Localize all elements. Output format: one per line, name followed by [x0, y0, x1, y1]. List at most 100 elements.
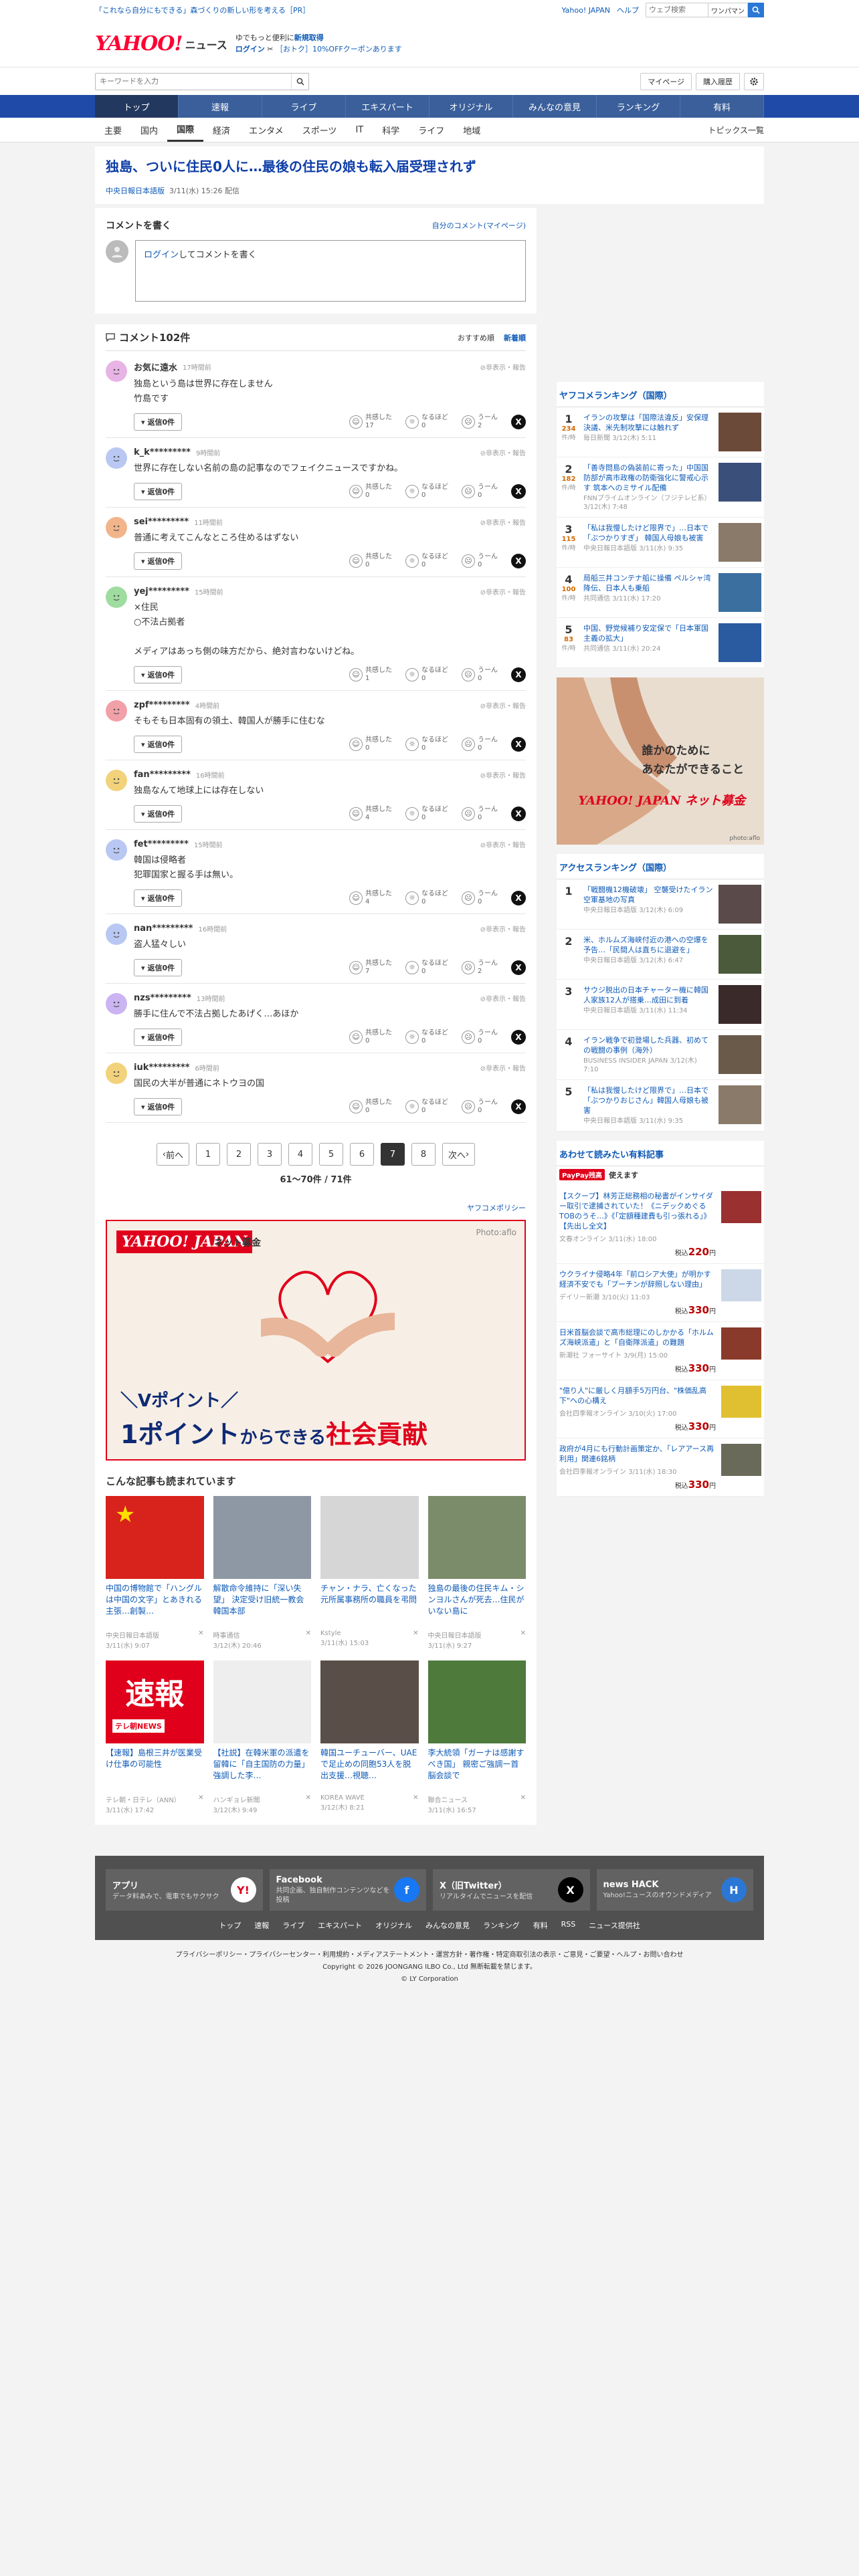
close-icon[interactable]: ✕: [520, 1794, 526, 1814]
access-thumbnail[interactable]: [719, 1085, 761, 1124]
reaction-naruhodo-button[interactable]: ☼ なるほど 0: [405, 553, 448, 569]
side-ad[interactable]: 誰かのために あなたができること YAHOO! JAPAN ネット募金 photo…: [557, 677, 764, 845]
coupon-link[interactable]: ［おトク］10%OFFクーポンあります: [276, 45, 402, 53]
close-icon[interactable]: ✕: [413, 1630, 418, 1647]
reaction-empathy-button[interactable]: ☺ 共感した 7: [349, 960, 392, 976]
nav-3[interactable]: エキスパート: [346, 95, 430, 118]
ranking-item[interactable]: 3 115 件/時 「私は我慢したけど限界で」…日本で「ぶつかりすぎ」 韓国人母娘も被…: [557, 518, 764, 568]
recommended-item[interactable]: 李大統領「ガーナは感謝すべき国」 親密ご強調ー首脳会談で 聯合ニュース 3/11(水…: [427, 1660, 527, 1814]
recommended-item[interactable]: ★ 中国の博物館で「ハングルは中国の文字」とあきれる主張…創製… 中央日報日本語版 3…: [106, 1496, 204, 1650]
share-x-button[interactable]: X: [511, 807, 526, 821]
report-button[interactable]: ⊘非表示・報告: [480, 586, 526, 597]
nav-4[interactable]: オリジナル: [430, 95, 513, 118]
reaction-hmm-button[interactable]: ☹ うーん 0: [462, 484, 498, 500]
close-icon[interactable]: ✕: [306, 1794, 311, 1814]
access-title[interactable]: サウジ脱出の日本チャーター機に韓国人家族12人が搭乗…成田に到着: [583, 985, 713, 1005]
page-button-1[interactable]: 1: [196, 1143, 220, 1166]
recommended-item[interactable]: 速報 テレ朝NEWS 【速報】島根三井が医業受け仕事の可能性 テレ朝・日テレ（ANN）…: [106, 1660, 204, 1814]
reaction-naruhodo-button[interactable]: ☼ なるほど 0: [405, 890, 448, 906]
recommended-item[interactable]: 独島の最後の住民キム・シンヨルさんが死去…住民がいない島に 中央日報日本語版 3/1…: [427, 1496, 527, 1650]
rank-title[interactable]: 局船三井コンテナ船に操備 ペルシャ湾降伝、日本人も乗船: [583, 573, 713, 593]
ranking-item[interactable]: 1 234 件/時 イランの攻撃は「国際法違反」安保理決議、米先制攻撃には触れず 毎日新…: [557, 407, 764, 457]
comment-user[interactable]: nzs*********: [134, 993, 191, 1003]
nav-5[interactable]: みんなの意見: [513, 95, 597, 118]
reply-button[interactable]: ▾ 返信0件: [134, 483, 183, 500]
footer-link-7[interactable]: 有料: [533, 1920, 548, 1931]
access-thumbnail[interactable]: [719, 885, 761, 924]
report-button[interactable]: ⊘非表示・報告: [480, 1063, 526, 1073]
share-x-button[interactable]: X: [511, 737, 526, 752]
subnav-0[interactable]: 主要: [95, 118, 131, 142]
reaction-hmm-button[interactable]: ☹ うーん 0: [462, 667, 498, 683]
reaction-empathy-button[interactable]: ☺ 共感した 0: [349, 736, 392, 752]
subnav-3[interactable]: 経済: [203, 118, 240, 142]
access-ranking-item[interactable]: 5 「私は我慢したけど限界で」…日本で「ぶつかりおじさん」韓国人母娘も被害 中央日報…: [557, 1080, 764, 1132]
rank-title[interactable]: 中国、野党候補り安定保で「日本軍国主義の拡大」: [583, 623, 713, 643]
access-ranking-item[interactable]: 4 イラン戦争で初登場した兵器、初めての戦闘の事例（海外） BUSINESS INS…: [557, 1030, 764, 1080]
share-x-button[interactable]: X: [511, 667, 526, 682]
comment-input-box[interactable]: ログインしてコメントを書く: [135, 240, 526, 302]
comment-user[interactable]: k_k*********: [134, 447, 191, 457]
reply-button[interactable]: ▾ 返信0件: [134, 889, 183, 907]
comment-policy-link[interactable]: ヤフコメポリシー: [467, 1204, 526, 1212]
subnav-2[interactable]: 国際: [167, 118, 204, 142]
subnav-7[interactable]: 科学: [373, 118, 409, 142]
web-search-input[interactable]: [646, 3, 708, 17]
reaction-empathy-button[interactable]: ☺ 共感した 0: [349, 484, 392, 500]
article-caption[interactable]: 【社説】在韓米軍の派遣を留韓に「自主国防の力量」強調した李…: [213, 1747, 312, 1793]
reply-button[interactable]: ▾ 返信0件: [134, 1098, 183, 1115]
report-button[interactable]: ⊘非表示・報告: [480, 700, 526, 710]
yahoo-news-logo[interactable]: YAHOO! ニュース: [95, 32, 227, 56]
footer-link-1[interactable]: 速報: [254, 1920, 269, 1931]
article-thumbnail[interactable]: [213, 1660, 311, 1743]
access-thumbnail[interactable]: [719, 935, 761, 974]
access-title[interactable]: 「私は我慢したけど限界で」…日本で「ぶつかりおじさん」韓国人母娘も被害: [583, 1085, 713, 1115]
reaction-empathy-button[interactable]: ☺ 共感した 4: [349, 890, 392, 906]
article-caption[interactable]: 李大統領「ガーナは感謝すべき国」 親密ご強調ー首脳会談で: [428, 1747, 527, 1793]
comment-user[interactable]: fet*********: [134, 839, 189, 849]
ranking-item[interactable]: 2 182 件/時 「善寺問島の偽装前に寄った」中国国防部が高市政権の防衛強化に警戒心…: [557, 457, 764, 518]
close-icon[interactable]: ✕: [198, 1794, 203, 1814]
share-x-button[interactable]: X: [511, 1099, 526, 1114]
paid-item[interactable]: 日米首脳会談で高市総理にのしかかる「ホルムズ海峡派遣」と「自衛隊派遣」の難題 新潮…: [557, 1322, 764, 1380]
comment-user[interactable]: nan*********: [134, 924, 193, 934]
rank-title[interactable]: 「私は我慢したけど限界で」…日本で「ぶつかりすぎ」 韓国人母娘も被害: [583, 523, 713, 543]
reaction-hmm-button[interactable]: ☹ うーん 0: [462, 553, 498, 569]
nav-7[interactable]: 有料: [680, 95, 764, 118]
nav-2[interactable]: ライブ: [262, 95, 346, 118]
subnav-4[interactable]: エンタメ: [240, 118, 293, 142]
access-ranking-item[interactable]: 3 サウジ脱出の日本チャーター機に韓国人家族12人が搭乗…成田に到着 中央日報日本語…: [557, 980, 764, 1030]
reply-button[interactable]: ▾ 返信0件: [134, 805, 183, 823]
news-search-input[interactable]: [96, 74, 291, 90]
reply-button[interactable]: ▾ 返信0件: [134, 413, 183, 431]
share-x-button[interactable]: X: [511, 484, 526, 499]
sort-newest[interactable]: 新着順: [504, 332, 526, 343]
recommended-item[interactable]: チャン・ナラ、亡くなった元所属事務所の職員を弔問 Kstyle 3/11(水) 15…: [320, 1496, 419, 1650]
reaction-naruhodo-button[interactable]: ☼ なるほど 0: [405, 667, 448, 683]
reaction-empathy-button[interactable]: ☺ 共感した 17: [349, 414, 392, 430]
article-thumbnail[interactable]: [427, 1496, 526, 1579]
news-search-button[interactable]: [291, 74, 308, 90]
footer-link-5[interactable]: みんなの意見: [425, 1920, 470, 1931]
share-x-button[interactable]: X: [511, 554, 526, 568]
reaction-naruhodo-button[interactable]: ☼ なるほど 0: [405, 806, 448, 822]
report-button[interactable]: ⊘非表示・報告: [480, 447, 526, 457]
close-icon[interactable]: ✕: [413, 1794, 418, 1812]
access-title[interactable]: 米、ホルムズ海峡付近の港への空爆を予告…「民間人は直ちに退避を」: [583, 935, 713, 955]
article-caption[interactable]: 独島の最後の住民キム・シンヨルさんが死去…住民がいない島に: [428, 1583, 527, 1628]
article-thumbnail[interactable]: ★: [106, 1496, 204, 1579]
comment-user[interactable]: sei*********: [134, 517, 189, 527]
rank-thumbnail[interactable]: [719, 463, 761, 502]
reaction-hmm-button[interactable]: ☹ うーん 2: [462, 414, 498, 430]
article-thumbnail[interactable]: 速報 テレ朝NEWS: [106, 1660, 204, 1743]
reaction-naruhodo-button[interactable]: ☼ なるほど 0: [405, 736, 448, 752]
reaction-empathy-button[interactable]: ☺ 共感した 4: [349, 806, 392, 822]
paid-title[interactable]: "億り人"に厳しく月額手5万円台、"株価乱高下"への心構え: [559, 1386, 716, 1406]
reaction-hmm-button[interactable]: ☹ うーん 0: [462, 806, 498, 822]
footer-link-4[interactable]: オリジナル: [375, 1920, 412, 1931]
close-icon[interactable]: ✕: [306, 1630, 311, 1650]
reply-button[interactable]: ▾ 返信0件: [134, 666, 183, 683]
comment-user[interactable]: iuk*********: [134, 1063, 190, 1073]
close-icon[interactable]: ✕: [198, 1630, 203, 1650]
rank-thumbnail[interactable]: [719, 623, 761, 662]
